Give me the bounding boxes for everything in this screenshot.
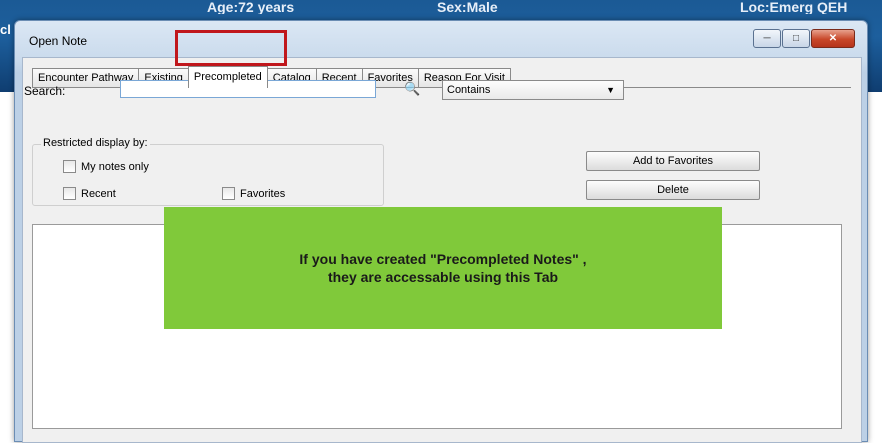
match-mode-select[interactable]: Contains ▼: [442, 80, 624, 100]
callout-line-2: they are accessable using this Tab: [327, 269, 559, 285]
chevron-down-icon: ▼: [606, 85, 615, 95]
search-label: Search:: [24, 84, 66, 98]
background-strip: [0, 92, 14, 427]
restricted-display-legend: Restricted display by:: [41, 137, 150, 149]
dialog-titlebar[interactable]: Open Note ─ □ ✕: [15, 21, 867, 57]
checkbox-box: [63, 160, 76, 173]
close-button[interactable]: ✕: [811, 29, 855, 48]
patient-sex: Sex:Male: [437, 0, 498, 14]
maximize-icon: □: [792, 33, 800, 44]
callout-line-1: If you have created "Precompleted Notes"…: [299, 251, 587, 267]
recent-checkbox[interactable]: Recent: [63, 187, 116, 200]
my-notes-only-label: My notes only: [81, 160, 149, 173]
tab-highlight-annotation: [175, 30, 287, 66]
maximize-button[interactable]: □: [782, 29, 810, 48]
close-icon: ✕: [828, 33, 838, 44]
window-controls: ─ □ ✕: [752, 29, 855, 48]
minimize-button[interactable]: ─: [753, 29, 781, 48]
my-notes-only-checkbox[interactable]: My notes only: [63, 160, 149, 173]
background-text-fragment: cl: [0, 22, 11, 37]
delete-button[interactable]: Delete: [586, 180, 760, 200]
favorites-label: Favorites: [240, 187, 286, 200]
tab-precompleted[interactable]: Precompleted: [187, 66, 268, 88]
dialog-title: Open Note: [29, 34, 88, 48]
patient-location: Loc:Emerg QEH: [740, 0, 848, 14]
favorites-checkbox[interactable]: Favorites: [222, 187, 285, 200]
patient-age: Age:72 years: [207, 0, 295, 14]
match-mode-value: Contains: [447, 84, 491, 96]
binoculars-icon[interactable]: 🔍: [404, 81, 420, 97]
annotation-callout: If you have created "Precompleted Notes"…: [164, 207, 722, 329]
add-to-favorites-button[interactable]: Add to Favorites: [586, 151, 760, 171]
checkbox-box: [222, 187, 235, 200]
minimize-icon: ─: [763, 33, 771, 44]
recent-label: Recent: [81, 187, 116, 200]
checkbox-box: [63, 187, 76, 200]
